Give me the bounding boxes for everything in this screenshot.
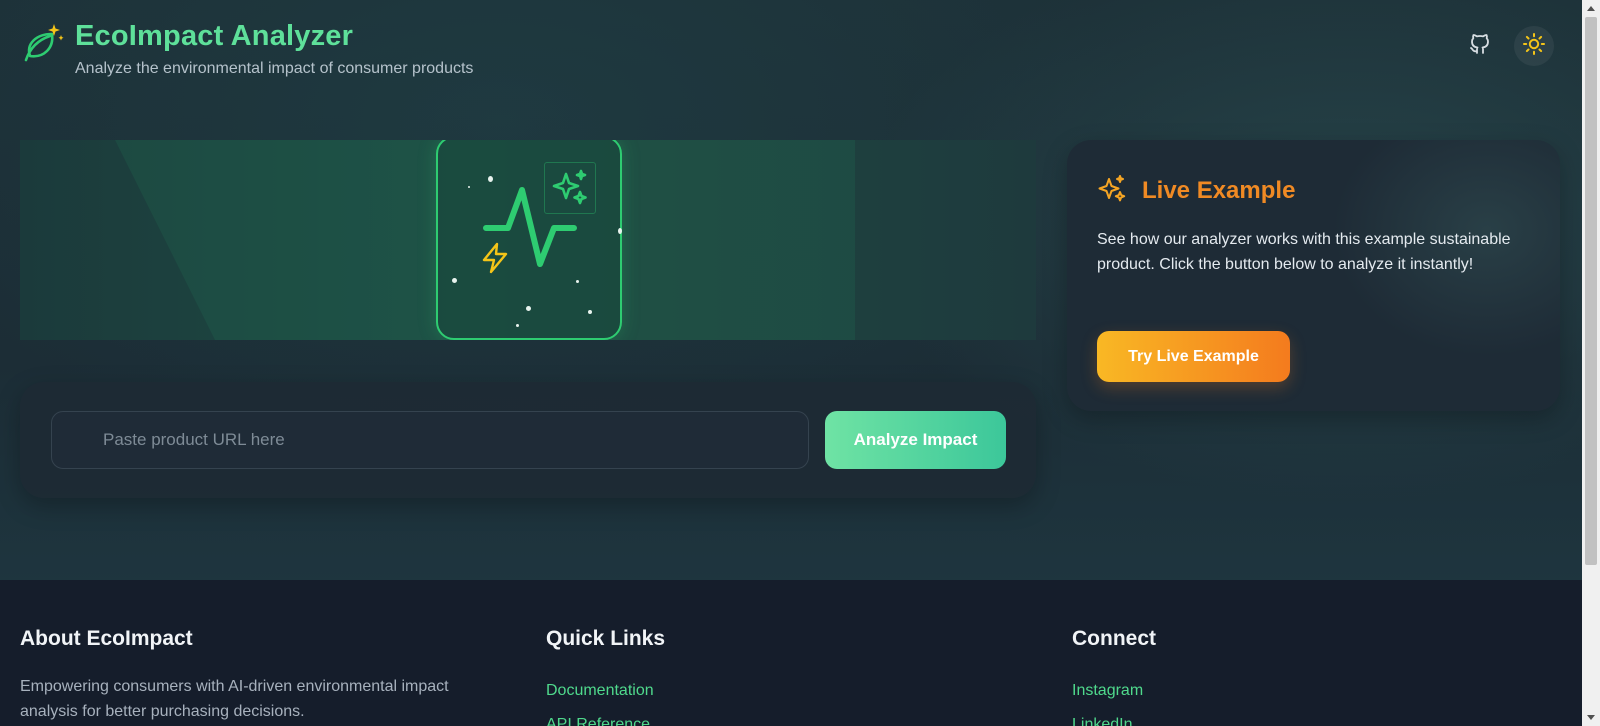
linkedin-link[interactable]: LinkedIn	[1072, 716, 1133, 726]
sun-icon	[1522, 32, 1546, 61]
footer-about-text: Empowering consumers with AI-driven envi…	[20, 678, 449, 720]
scrollbar-thumb[interactable]	[1585, 17, 1597, 565]
site-footer: About EcoImpact Empowering consumers wit…	[0, 580, 1582, 726]
list-item: LinkedIn	[1072, 708, 1156, 726]
scroll-down-arrow-icon[interactable]	[1582, 709, 1600, 726]
sparkles-icon	[1097, 174, 1127, 204]
particle-dot	[516, 324, 519, 327]
documentation-link[interactable]: Documentation	[546, 682, 654, 699]
live-example-title: Live Example	[1142, 177, 1296, 204]
footer-connect-heading: Connect	[1072, 627, 1156, 650]
connect-links-list: Instagram LinkedIn	[1072, 674, 1156, 726]
list-item: Instagram	[1072, 674, 1156, 708]
url-analyze-form: Analyze Impact	[20, 382, 1036, 498]
particle-dot	[468, 186, 470, 188]
footer-about-heading: About EcoImpact	[20, 627, 193, 650]
footer-connect-section: Connect Instagram LinkedIn	[1072, 627, 1156, 726]
particle-dot	[488, 176, 493, 182]
instagram-link[interactable]: Instagram	[1072, 682, 1143, 699]
api-reference-link[interactable]: API Reference	[546, 716, 650, 726]
app-header: EcoImpact Analyzer Analyze the environme…	[20, 20, 1560, 84]
analyze-impact-button[interactable]: Analyze Impact	[825, 411, 1006, 469]
hero-banner	[20, 140, 1036, 340]
footer-quick-links-heading: Quick Links	[546, 627, 666, 650]
particle-dot	[618, 228, 622, 234]
app-title: EcoImpact Analyzer	[75, 20, 354, 52]
particle-dot	[526, 306, 531, 311]
particle-dot	[452, 278, 457, 283]
try-live-example-button[interactable]: Try Live Example	[1097, 331, 1290, 382]
footer-quick-links-section: Quick Links Documentation API Reference	[546, 627, 665, 726]
footer-about-section: About EcoImpact Empowering consumers wit…	[20, 627, 510, 724]
live-example-description: See how our analyzer works with this exa…	[1097, 231, 1511, 273]
quick-links-list: Documentation API Reference	[546, 674, 665, 726]
page-scrollbar[interactable]	[1582, 0, 1600, 726]
product-url-input[interactable]	[51, 411, 809, 469]
github-icon	[1468, 32, 1492, 61]
particle-dot	[576, 280, 579, 283]
leaf-sparkle-icon	[20, 22, 64, 66]
list-item: Documentation	[546, 674, 665, 708]
hero-illustration-card	[436, 140, 622, 340]
live-example-card: Live Example See how our analyzer works …	[1067, 140, 1560, 411]
theme-toggle-button[interactable]	[1514, 26, 1554, 66]
particle-dot	[588, 310, 592, 314]
list-item: API Reference	[546, 708, 665, 726]
page: EcoImpact Analyzer Analyze the environme…	[0, 0, 1582, 726]
app-subtitle: Analyze the environmental impact of cons…	[75, 60, 474, 77]
scroll-up-arrow-icon[interactable]	[1582, 0, 1600, 17]
github-button[interactable]	[1460, 26, 1500, 66]
lightning-icon	[480, 242, 510, 279]
